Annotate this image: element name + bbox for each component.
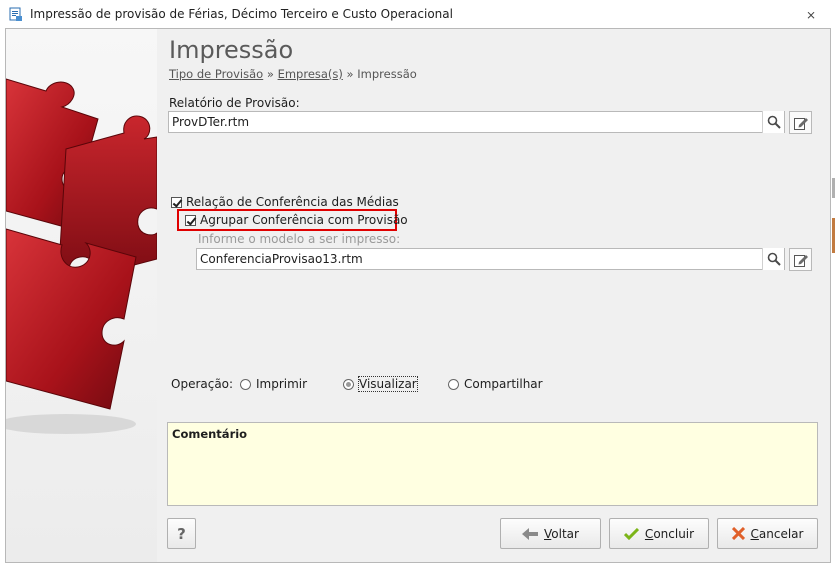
agrupar-checkbox[interactable]: Agrupar Conferência com Provisão [185, 213, 408, 227]
relatorio-search-button[interactable] [762, 111, 784, 133]
cancel-button[interactable]: Cancelar [717, 518, 818, 549]
magnifier-icon [767, 115, 781, 129]
edit-icon [793, 117, 808, 130]
x-icon [731, 527, 745, 540]
background-window-mark [832, 218, 835, 253]
relatorio-field[interactable] [168, 111, 785, 133]
radio-icon [448, 378, 459, 390]
finish-button[interactable]: Concluir [609, 518, 709, 549]
wizard-side-image [6, 29, 157, 562]
breadcrumb: Tipo de Provisão » Empresa(s) » Impressã… [169, 67, 417, 81]
breadcrumb-empresas[interactable]: Empresa(s) [278, 67, 343, 81]
model-search-button[interactable] [762, 248, 784, 270]
checkbox-checked-icon [171, 196, 182, 208]
check-icon [623, 527, 639, 540]
breadcrumb-separator: » [263, 67, 278, 81]
checkbox-checked-icon [185, 214, 196, 226]
page-title: Impressão [169, 36, 294, 64]
model-edit-button[interactable] [789, 248, 812, 271]
breadcrumb-impressao: Impressão [357, 67, 417, 81]
arrow-left-icon [522, 527, 539, 540]
radio-compartilhar-label: Compartilhar [464, 377, 543, 391]
breadcrumb-tipo-provisao[interactable]: Tipo de Provisão [169, 67, 263, 81]
back-label: Voltar [544, 526, 579, 541]
back-button[interactable]: Voltar [500, 518, 601, 549]
close-icon[interactable]: ⨯ [806, 8, 816, 22]
conferencia-checkbox[interactable]: Relação de Conferência das Médias [171, 195, 399, 209]
model-field[interactable] [196, 248, 785, 270]
radio-visualizar[interactable]: Visualizar [343, 376, 418, 392]
edit-icon [793, 254, 808, 267]
model-input[interactable] [197, 249, 784, 269]
radio-imprimir-label: Imprimir [256, 377, 308, 391]
operacao-label: Operação: [171, 377, 234, 391]
radio-compartilhar[interactable]: Compartilhar [448, 377, 543, 391]
window-title: Impressão de provisão de Férias, Décimo … [30, 7, 453, 21]
agrupar-label: Agrupar Conferência com Provisão [200, 213, 408, 227]
model-hint-label: Informe o modelo a ser impresso: [198, 232, 401, 246]
background-window-mark [832, 178, 835, 198]
breadcrumb-separator: » [342, 67, 358, 81]
radio-selected-icon [343, 378, 354, 390]
relatorio-label: Relatório de Provisão: [169, 96, 300, 110]
comment-box: Comentário [167, 422, 818, 506]
cancel-label: Cancelar [750, 526, 804, 541]
radio-icon [240, 378, 251, 390]
finish-label: Concluir [644, 526, 695, 541]
help-button[interactable]: ? [167, 518, 196, 549]
radio-imprimir[interactable]: Imprimir [240, 377, 307, 391]
puzzle-pieces-image [6, 78, 157, 434]
title-bar: Impressão de provisão de Férias, Décimo … [0, 0, 836, 28]
relatorio-input[interactable] [169, 112, 784, 132]
magnifier-icon [767, 252, 781, 266]
radio-visualizar-label: Visualizar [358, 376, 418, 392]
comment-title: Comentário [172, 427, 248, 441]
relatorio-edit-button[interactable] [789, 111, 812, 134]
conferencia-label: Relação de Conferência das Médias [186, 195, 399, 209]
app-icon [9, 7, 22, 21]
background-window-edge [831, 28, 836, 566]
